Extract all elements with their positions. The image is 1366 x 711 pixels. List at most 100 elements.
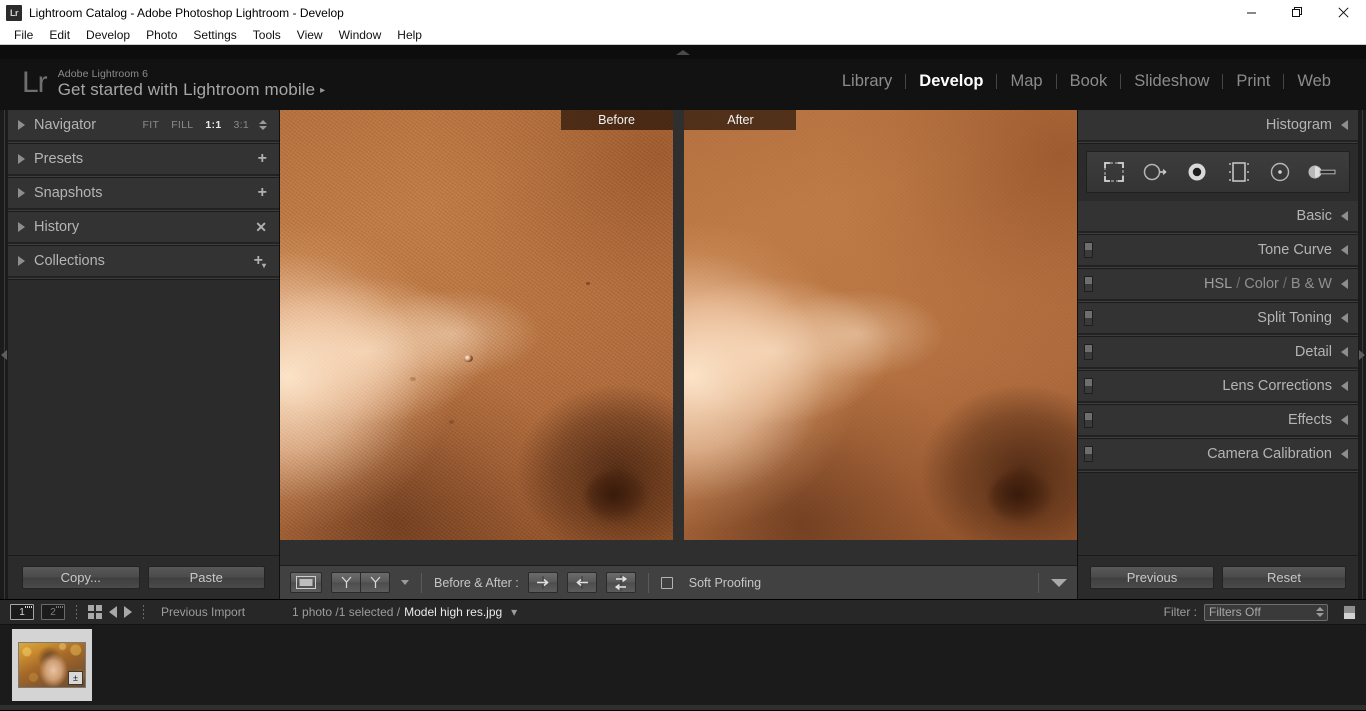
module-develop[interactable]: Develop — [906, 72, 996, 91]
panel-enable-switch[interactable] — [1084, 242, 1093, 258]
radial-filter-icon[interactable] — [1265, 158, 1295, 186]
after-image-pane[interactable]: After — [684, 110, 1077, 540]
grid-view-icon[interactable] — [88, 605, 102, 619]
panel-detail[interactable]: Detail — [1078, 337, 1358, 369]
disclosure-triangle-icon[interactable] — [1341, 347, 1348, 357]
panel-presets[interactable]: Presets + — [8, 144, 279, 176]
disclosure-triangle-icon[interactable] — [1341, 381, 1348, 391]
reset-button[interactable]: Reset — [1222, 566, 1346, 589]
left-panel-collapse-toggle[interactable] — [0, 110, 8, 599]
panel-history[interactable]: History ✕ — [8, 212, 279, 244]
previous-button[interactable]: Previous — [1090, 566, 1214, 589]
identity-plate[interactable]: Lr Adobe Lightroom 6 Get started with Li… — [22, 68, 325, 100]
maximize-restore-button[interactable] — [1274, 0, 1320, 25]
panel-hsl-label[interactable]: HSL — [1204, 276, 1232, 292]
navigate-forward-icon[interactable] — [124, 606, 132, 618]
disclosure-triangle-icon[interactable] — [18, 120, 25, 130]
filmstrip-thumbnail[interactable]: ± — [12, 629, 92, 701]
swap-before-after-button[interactable] — [605, 572, 636, 593]
panel-camera-calibration[interactable]: Camera Calibration — [1078, 439, 1358, 471]
panel-effects[interactable]: Effects — [1078, 405, 1358, 437]
loupe-view-button[interactable] — [290, 572, 322, 593]
disclosure-triangle-icon[interactable] — [18, 188, 25, 198]
zoom-fill[interactable]: FILL — [165, 119, 199, 131]
disclosure-triangle-icon[interactable] — [1341, 245, 1348, 255]
disclosure-triangle-icon[interactable] — [18, 222, 25, 232]
flag-reject-button[interactable] — [360, 572, 390, 593]
menu-window[interactable]: Window — [331, 26, 390, 44]
panel-color-label[interactable]: Color — [1244, 276, 1279, 292]
panel-split-toning[interactable]: Split Toning — [1078, 303, 1358, 335]
flag-options-caret-icon[interactable] — [401, 580, 409, 585]
disclosure-triangle-icon[interactable] — [1341, 449, 1348, 459]
panel-histogram[interactable]: Histogram — [1078, 110, 1358, 142]
navigate-back-icon[interactable] — [109, 606, 117, 618]
develop-badge-icon[interactable]: ± — [68, 671, 83, 685]
panel-bw-label[interactable]: B & W — [1291, 276, 1332, 292]
menu-tools[interactable]: Tools — [245, 26, 289, 44]
module-web[interactable]: Web — [1284, 72, 1344, 91]
zoom-fit[interactable]: FIT — [137, 119, 166, 131]
source-label[interactable]: Previous Import — [161, 605, 245, 619]
panel-enable-switch[interactable] — [1084, 412, 1093, 428]
module-library[interactable]: Library — [829, 72, 905, 91]
panel-hsl-color-bw[interactable]: HSL / Color / B & W — [1078, 269, 1358, 301]
panel-navigator[interactable]: Navigator FIT FILL 1:1 3:1 — [8, 110, 279, 142]
close-button[interactable] — [1320, 0, 1366, 25]
panel-enable-switch[interactable] — [1084, 446, 1093, 462]
zoom-stepper[interactable] — [259, 120, 267, 130]
copy-before-to-after-button[interactable] — [527, 572, 558, 593]
menu-view[interactable]: View — [289, 26, 331, 44]
module-slideshow[interactable]: Slideshow — [1121, 72, 1222, 91]
disclosure-triangle-icon[interactable] — [1341, 279, 1348, 289]
disclosure-triangle-icon[interactable] — [18, 256, 25, 266]
lightroom-mobile-link[interactable]: Get started with Lightroom mobile ▸ — [58, 80, 326, 100]
menu-settings[interactable]: Settings — [185, 26, 244, 44]
chevron-down-icon[interactable] — [1051, 578, 1067, 587]
disclosure-triangle-icon[interactable] — [1341, 120, 1348, 130]
panel-enable-switch[interactable] — [1084, 378, 1093, 394]
minimize-button[interactable] — [1228, 0, 1274, 25]
red-eye-correction-icon[interactable] — [1182, 158, 1212, 186]
paste-button[interactable]: Paste — [147, 566, 265, 589]
filter-lock-icon[interactable] — [1343, 604, 1356, 620]
current-filename[interactable]: Model high res.jpg — [404, 605, 502, 619]
image-display-area[interactable]: Before After — [280, 110, 1077, 565]
panel-tone-curve[interactable]: Tone Curve — [1078, 235, 1358, 267]
menu-develop[interactable]: Develop — [78, 26, 138, 44]
adjustment-brush-icon[interactable] — [1307, 158, 1337, 186]
menu-edit[interactable]: Edit — [41, 26, 78, 44]
chevron-down-icon[interactable]: ▾ — [511, 605, 517, 619]
main-window-button[interactable]: 1 — [10, 604, 34, 620]
before-image-pane[interactable]: Before — [280, 110, 673, 540]
graduated-filter-icon[interactable] — [1224, 158, 1254, 186]
menu-file[interactable]: File — [6, 26, 41, 44]
panel-collections[interactable]: Collections + — [8, 246, 279, 278]
disclosure-triangle-icon[interactable] — [1341, 211, 1348, 221]
menu-photo[interactable]: Photo — [138, 26, 185, 44]
module-book[interactable]: Book — [1057, 72, 1121, 91]
clear-history-icon[interactable]: ✕ — [255, 220, 267, 234]
add-collection-icon[interactable]: + — [254, 253, 267, 269]
module-map[interactable]: Map — [997, 72, 1055, 91]
flag-pick-button[interactable] — [331, 572, 361, 593]
plus-icon[interactable]: + — [258, 151, 267, 167]
filter-select[interactable]: Filters Off — [1204, 603, 1328, 621]
panel-enable-switch[interactable] — [1084, 276, 1093, 292]
panel-basic[interactable]: Basic — [1078, 201, 1358, 233]
zoom-3-1[interactable]: 3:1 — [228, 119, 256, 131]
module-print[interactable]: Print — [1223, 72, 1283, 91]
menu-help[interactable]: Help — [389, 26, 430, 44]
panel-enable-switch[interactable] — [1084, 344, 1093, 360]
disclosure-triangle-icon[interactable] — [1341, 415, 1348, 425]
plus-icon[interactable]: + — [258, 185, 267, 201]
top-panel-collapse-toggle[interactable] — [0, 45, 1366, 59]
panel-lens-corrections[interactable]: Lens Corrections — [1078, 371, 1358, 403]
soft-proofing-checkbox[interactable] — [660, 576, 673, 589]
copy-button[interactable]: Copy... — [22, 566, 140, 589]
disclosure-triangle-icon[interactable] — [1341, 313, 1348, 323]
spot-removal-icon[interactable] — [1140, 158, 1170, 186]
disclosure-triangle-icon[interactable] — [18, 154, 25, 164]
panel-snapshots[interactable]: Snapshots + — [8, 178, 279, 210]
zoom-1-1[interactable]: 1:1 — [199, 119, 227, 131]
